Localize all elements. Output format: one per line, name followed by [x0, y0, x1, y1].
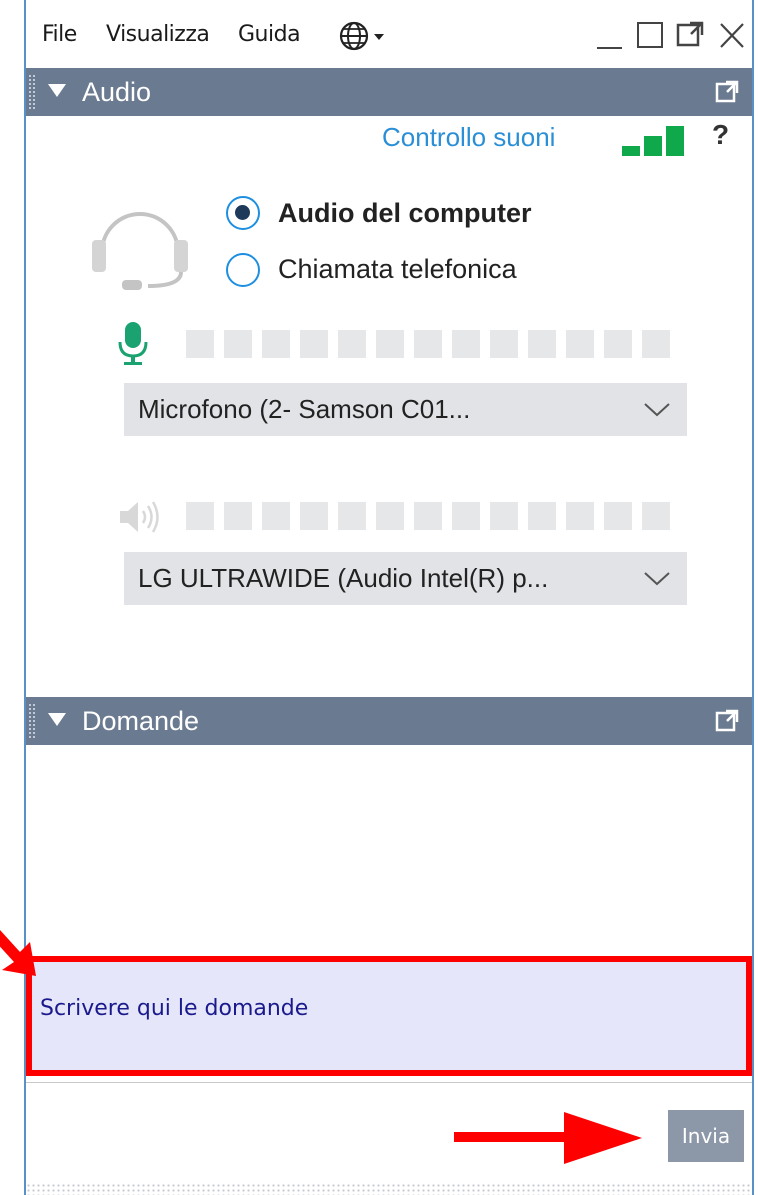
speaker-select-value: LG ULTRAWIDE (Audio Intel(R) p... [138, 563, 549, 593]
question-input-placeholder: Scrivere qui le domande [40, 996, 309, 1021]
menu-file[interactable]: File [42, 22, 77, 47]
collapse-triangle-icon[interactable] [48, 713, 66, 726]
radio-computer-audio[interactable] [226, 196, 260, 230]
questions-section-header[interactable]: Domande [26, 697, 752, 745]
minimize-icon[interactable] [594, 18, 626, 52]
speaker-select[interactable]: LG ULTRAWIDE (Audio Intel(R) p... [124, 552, 687, 605]
webinar-control-panel: File Visualizza Guida Audio Controllo su… [24, 0, 754, 1195]
annotation-arrow-icon [454, 1112, 642, 1164]
headset-icon [92, 212, 188, 290]
speaker-level-meter [186, 502, 670, 530]
drag-handle[interactable] [28, 74, 36, 110]
help-button[interactable]: ? [712, 119, 729, 151]
questions-section-title: Domande [82, 706, 200, 736]
resize-grip[interactable] [26, 1183, 752, 1195]
drag-handle[interactable] [28, 703, 36, 739]
radio-phone-call-label[interactable]: Chiamata telefonica [278, 254, 517, 285]
divider [26, 1082, 752, 1083]
question-input[interactable]: Scrivere qui le domande [26, 956, 752, 1076]
menu-bar: File Visualizza Guida [26, 0, 752, 68]
audio-section-header[interactable]: Audio [26, 68, 752, 116]
speaker-icon [120, 501, 159, 533]
send-button[interactable]: Invia [668, 1110, 744, 1162]
collapse-triangle-icon[interactable] [48, 84, 66, 97]
sound-check-link[interactable]: Controllo suoni [382, 122, 555, 153]
chevron-down-icon [644, 403, 670, 417]
maximize-icon[interactable] [634, 18, 666, 52]
annotation-arrow-icon [0, 930, 36, 976]
chevron-down-icon [644, 572, 670, 586]
radio-phone-call[interactable] [226, 253, 260, 287]
popout-icon[interactable] [674, 18, 706, 52]
microphone-icon [118, 322, 148, 365]
signal-bars-icon [622, 126, 684, 156]
close-icon[interactable] [716, 18, 748, 52]
audio-section-title: Audio [82, 77, 152, 107]
microphone-level-meter [186, 330, 670, 358]
radio-computer-audio-label[interactable]: Audio del computer [278, 198, 532, 229]
language-globe-icon[interactable] [338, 20, 398, 52]
menu-help[interactable]: Guida [238, 22, 301, 47]
microphone-select[interactable]: Microfono (2- Samson C01... [124, 383, 687, 436]
microphone-select-value: Microfono (2- Samson C01... [138, 394, 471, 424]
panel-popout-icon[interactable] [714, 79, 740, 105]
panel-popout-icon[interactable] [714, 708, 740, 734]
menu-view[interactable]: Visualizza [106, 22, 210, 47]
